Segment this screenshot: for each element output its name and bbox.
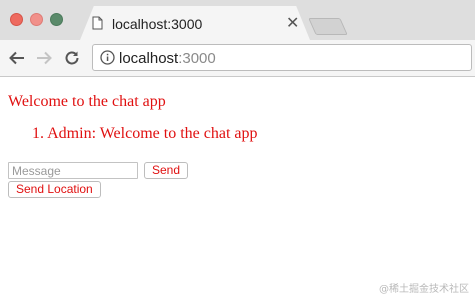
browser-tabstrip: localhost:3000 ✕ [0,0,475,40]
send-location-button[interactable]: Send Location [8,181,101,198]
info-icon[interactable] [100,50,115,70]
reload-icon[interactable] [63,49,81,67]
back-arrow-icon[interactable] [8,49,26,67]
message-number: 1. [32,125,44,142]
new-tab-button[interactable] [308,18,348,35]
message-input[interactable] [8,162,138,179]
close-window-button[interactable] [10,13,23,26]
page-icon [92,16,103,35]
welcome-heading: Welcome to the chat app [8,93,166,110]
address-bar[interactable]: localhost:3000 [92,44,472,71]
minimize-window-button[interactable] [30,13,43,26]
page-content: Welcome to the chat app 1. Admin: Welcom… [0,77,475,301]
url-port: :3000 [178,50,216,67]
send-button[interactable]: Send [144,162,189,179]
maximize-window-button[interactable] [50,13,63,26]
close-tab-icon[interactable]: ✕ [286,13,299,33]
browser-tab-content: localhost:3000 ✕ [92,8,302,40]
message-text: Admin: Welcome to the chat app [47,125,258,142]
watermark: @稀土掘金技术社区 [379,284,469,295]
message-list: 1. Admin: Welcome to the chat app [32,125,257,143]
forward-arrow-icon[interactable] [35,49,53,67]
tab-title: localhost:3000 [112,16,203,32]
url-host: localhost [119,50,179,67]
url-text: localhost:3000 [119,50,216,67]
list-item: 1. Admin: Welcome to the chat app [32,125,257,143]
browser-toolbar: localhost:3000 [0,40,475,77]
